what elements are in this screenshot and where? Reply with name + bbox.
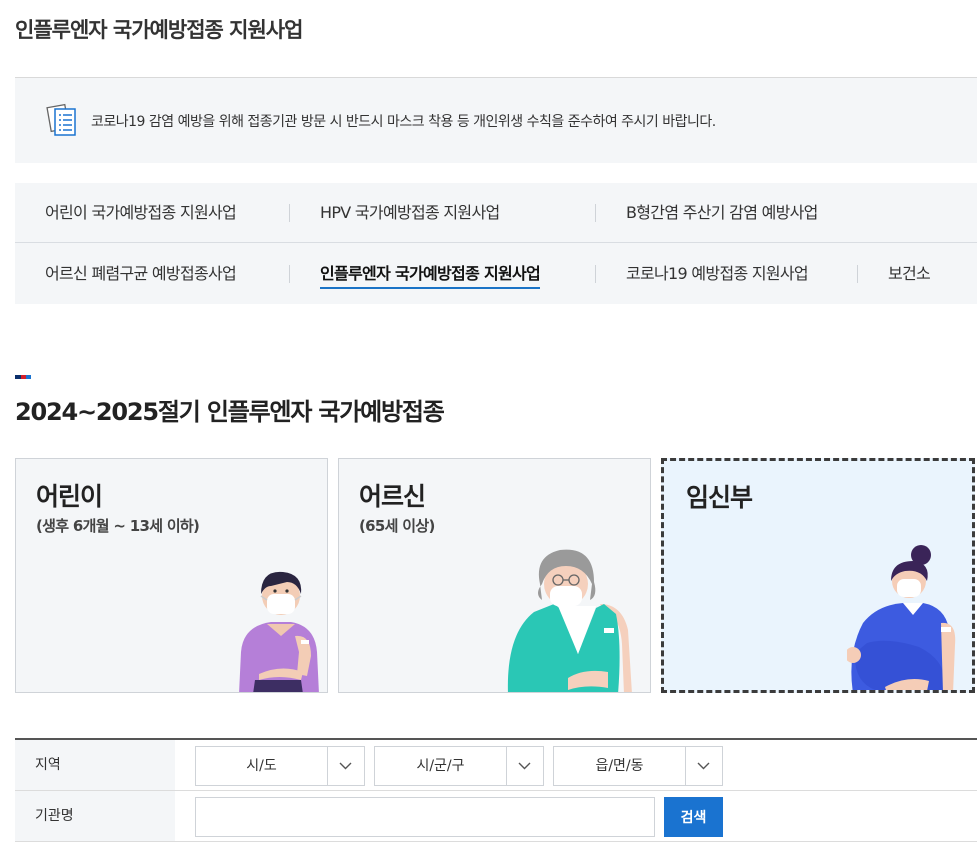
card-child[interactable]: 어린이 (생후 6개월 ~ 13세 이하)	[15, 458, 328, 693]
sigungu-select[interactable]: 시/군/구	[374, 746, 544, 786]
divider	[595, 265, 596, 283]
tab-child-vaccination[interactable]: 어린이 국가예방접종 지원사업	[45, 183, 237, 243]
child-vaccinated-illustration	[239, 571, 319, 692]
tab-hpv-vaccination[interactable]: HPV 국가예방접종 지원사업	[320, 183, 500, 243]
document-list-icon	[46, 103, 76, 136]
divider	[857, 265, 858, 283]
tab-influenza-vaccination[interactable]: 인플루엔자 국가예방접종 지원사업	[320, 244, 541, 304]
card-pregnant[interactable]: 임신부	[661, 458, 975, 693]
category-nav-row: 어린이 국가예방접종 지원사업 HPV 국가예방접종 지원사업 B형간염 주산기…	[15, 183, 977, 243]
divider	[595, 204, 596, 222]
dong-value: 읍/면/동	[554, 747, 686, 785]
divider	[289, 204, 290, 222]
pregnant-woman-vaccinated-illustration	[847, 545, 956, 690]
search-form: 지역 시/도 시/군/구 읍/면/동 기관명 검색	[15, 738, 977, 842]
region-label: 지역	[15, 740, 175, 790]
search-row-org: 기관명 검색	[15, 791, 977, 842]
card-subtitle: (65세 이상)	[359, 517, 435, 535]
tab-hepatitis-b-prevention[interactable]: B형간염 주산기 감염 예방사업	[626, 183, 818, 243]
sido-value: 시/도	[196, 747, 328, 785]
tab-pneumococcal-vaccination[interactable]: 어르신 폐렴구균 예방접종사업	[45, 244, 237, 304]
card-title: 어린이	[36, 482, 103, 511]
tab-health-center[interactable]: 보건소	[888, 244, 931, 304]
elderly-vaccinated-illustration	[507, 549, 632, 692]
notice-text: 코로나19 감염 예방을 위해 접종기관 방문 시 반드시 마스크 착용 등 개…	[91, 113, 716, 130]
chevron-down-icon	[697, 762, 710, 770]
divider	[289, 265, 290, 283]
dong-select[interactable]: 읍/면/동	[553, 746, 723, 786]
card-subtitle: (생후 6개월 ~ 13세 이하)	[36, 517, 200, 535]
section-title: 2024~2025절기 인플루엔자 국가예방접종	[15, 398, 445, 426]
tab-covid19-vaccination[interactable]: 코로나19 예방접종 지원사업	[626, 244, 809, 304]
sigungu-value: 시/군/구	[375, 747, 507, 785]
search-row-region: 지역 시/도 시/군/구 읍/면/동	[15, 740, 977, 791]
category-nav: 어린이 국가예방접종 지원사업 HPV 국가예방접종 지원사업 B형간염 주산기…	[15, 183, 977, 304]
card-title: 어르신	[359, 482, 426, 511]
chevron-down-icon	[339, 762, 352, 770]
card-title: 임신부	[686, 483, 753, 512]
notice-banner: 코로나19 감염 예방을 위해 접종기관 방문 시 반드시 마스크 착용 등 개…	[15, 78, 977, 163]
org-label: 기관명	[15, 791, 175, 841]
sido-select[interactable]: 시/도	[195, 746, 365, 786]
card-elderly[interactable]: 어르신 (65세 이상)	[338, 458, 651, 693]
search-button[interactable]: 검색	[664, 797, 723, 837]
section-mark	[15, 375, 31, 379]
category-nav-row: 어르신 폐렴구균 예방접종사업 인플루엔자 국가예방접종 지원사업 코로나19 …	[15, 244, 977, 304]
chevron-down-icon	[518, 762, 531, 770]
page-title: 인플루엔자 국가예방접종 지원사업	[15, 18, 303, 42]
org-name-input[interactable]	[195, 797, 655, 837]
